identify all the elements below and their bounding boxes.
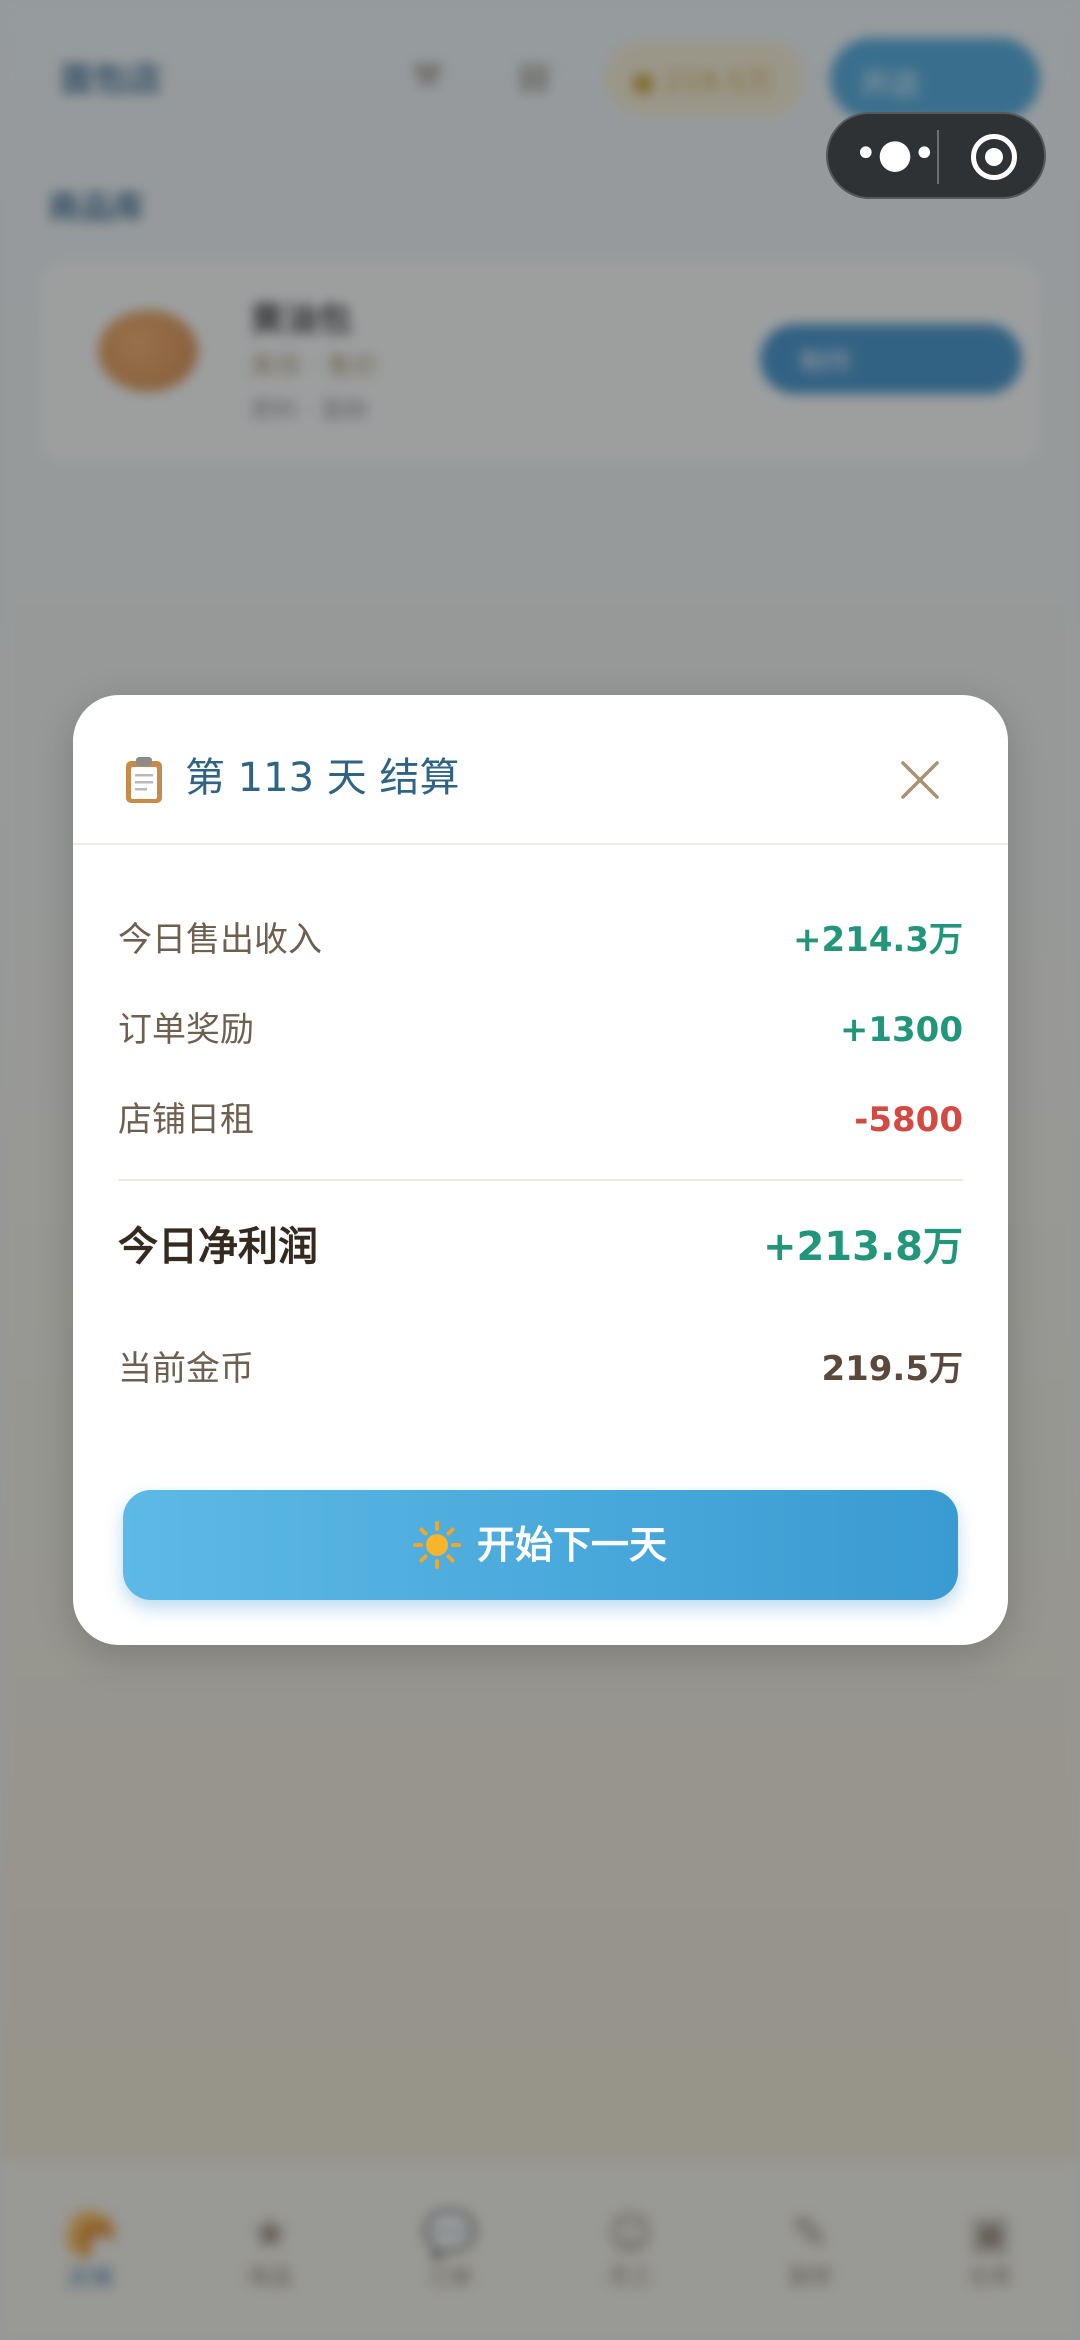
net-profit-row: 今日净利润 +213.8万 bbox=[118, 1217, 963, 1277]
income-value: +214.3万 bbox=[792, 920, 963, 960]
net-profit-value: +213.8万 bbox=[762, 1224, 963, 1270]
sun-icon bbox=[413, 1521, 461, 1569]
rent-label: 店铺日租 bbox=[118, 1100, 254, 1140]
income-label: 今日售出收入 bbox=[118, 920, 322, 960]
current-coins-value: 219.5万 bbox=[821, 1349, 963, 1389]
divider bbox=[118, 1179, 963, 1181]
dialog-title: 第 113 天 结算 bbox=[185, 755, 460, 801]
rent-row: 店铺日租 -5800 bbox=[118, 1090, 963, 1150]
current-coins-row: 当前金币 219.5万 bbox=[118, 1339, 963, 1399]
capsule-divider bbox=[937, 130, 939, 184]
miniprogram-capsule: •●• bbox=[826, 112, 1046, 199]
order-bonus-label: 订单奖励 bbox=[118, 1010, 254, 1050]
order-bonus-row: 订单奖励 +1300 bbox=[118, 1000, 963, 1060]
dialog-header: 第 113 天 结算 bbox=[73, 695, 1008, 845]
more-dots-icon[interactable]: •●• bbox=[854, 131, 936, 181]
close-icon[interactable] bbox=[895, 755, 945, 805]
target-icon[interactable] bbox=[971, 134, 1017, 180]
next-day-label: 开始下一天 bbox=[477, 1523, 668, 1567]
clipboard-icon bbox=[126, 757, 162, 803]
rent-value: -5800 bbox=[854, 1100, 963, 1140]
net-profit-label: 今日净利润 bbox=[118, 1224, 318, 1270]
settlement-dialog: 第 113 天 结算 今日售出收入 +214.3万 订单奖励 +1300 店铺日… bbox=[73, 695, 1008, 1645]
order-bonus-value: +1300 bbox=[839, 1010, 963, 1050]
income-row: 今日售出收入 +214.3万 bbox=[118, 910, 963, 970]
current-coins-label: 当前金币 bbox=[118, 1349, 254, 1389]
next-day-button[interactable]: 开始下一天 bbox=[123, 1490, 958, 1600]
